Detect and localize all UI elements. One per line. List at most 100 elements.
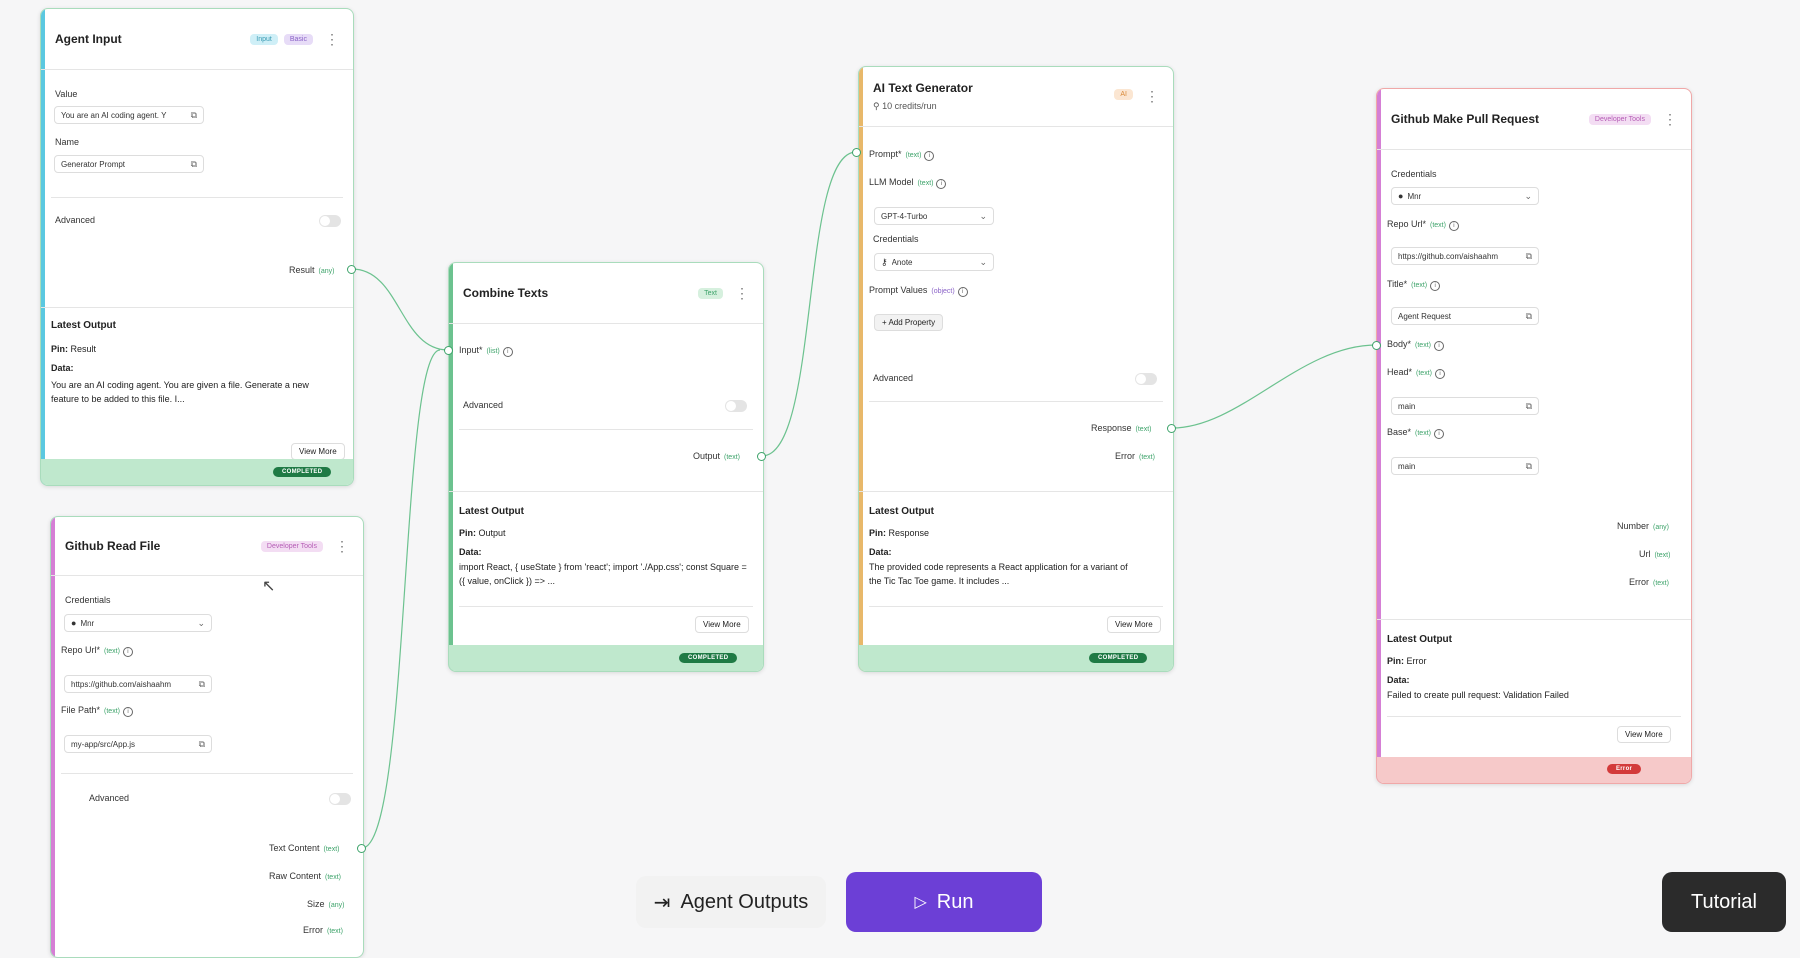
node-title: Github Read File — [65, 539, 161, 553]
node-title: Combine Texts — [463, 286, 549, 300]
credentials-select[interactable]: ⚷ Anote ⌄ — [874, 253, 994, 271]
repo-url-label: Repo Url* (text) i — [61, 645, 133, 657]
info-icon: i — [1430, 281, 1441, 291]
repo-url-input[interactable]: https://github.com/aishaahm ⧉ — [64, 675, 212, 693]
expand-icon[interactable]: ⧉ — [199, 739, 205, 750]
credentials-label: Credentials — [873, 234, 919, 244]
prompt-label: Prompt* (text) i — [869, 149, 935, 161]
expand-icon[interactable]: ⧉ — [1526, 251, 1532, 262]
data-label: Data: — [51, 363, 74, 373]
base-label: Base* (text) i — [1387, 427, 1444, 439]
expand-icon[interactable]: ⧉ — [199, 679, 205, 690]
pin-line: Pin: Output — [459, 528, 506, 538]
base-input[interactable]: main ⧉ — [1391, 457, 1539, 475]
body-port[interactable] — [1372, 341, 1381, 350]
credentials-label: Credentials — [65, 595, 111, 605]
chevron-icon: ⌄ — [979, 256, 987, 267]
expand-icon[interactable]: ⧉ — [1526, 401, 1532, 412]
error-output: Error (text) — [303, 925, 343, 935]
head-input[interactable]: main ⧉ — [1391, 397, 1539, 415]
prompt-values-label: Prompt Values (object) i — [869, 285, 968, 297]
expand-icon[interactable]: ⧉ — [191, 110, 197, 121]
number-output: Number (any) — [1617, 521, 1669, 531]
add-property-button[interactable]: + Add Property — [874, 314, 944, 331]
latest-output-heading: Latest Output — [869, 506, 934, 517]
latest-output-heading: Latest Output — [459, 506, 524, 517]
expand-icon[interactable]: ⧉ — [191, 159, 197, 170]
more-options-icon[interactable]: ⋮ — [735, 286, 749, 300]
agent-outputs-button[interactable]: ⇥ Agent Outputs — [636, 876, 826, 928]
chevron-icon: ⌄ — [197, 617, 205, 628]
url-output: Url (text) — [1639, 549, 1671, 559]
category-badge: Text — [698, 287, 723, 299]
prompt-port[interactable] — [852, 148, 861, 157]
size-output: Size (any) — [307, 899, 345, 909]
response-port[interactable] — [1167, 424, 1176, 433]
value-input[interactable]: You are an AI coding agent. Y ⧉ — [54, 106, 204, 124]
credentials-select[interactable]: ● Mnr ⌄ — [1391, 187, 1539, 205]
output-label: Output (text) — [693, 451, 740, 461]
name-label: Name — [55, 137, 80, 147]
chevron-icon: ⌄ — [1524, 190, 1532, 201]
error-output: Error (text) — [1115, 451, 1155, 461]
pin-line: Pin: Result — [51, 344, 97, 354]
result-port[interactable] — [347, 265, 356, 274]
more-options-icon[interactable]: ⋮ — [325, 32, 339, 46]
info-icon: i — [502, 347, 513, 357]
github-read-file-node[interactable]: Github Read File Developer Tools ⋮ Crede… — [50, 516, 364, 958]
title-label: Title* (text) i — [1387, 279, 1441, 291]
expand-icon[interactable]: ⧉ — [1526, 461, 1532, 472]
advanced-toggle[interactable] — [319, 215, 341, 227]
title-input[interactable]: Agent Request ⧉ — [1391, 307, 1539, 325]
advanced-label: Advanced — [873, 373, 914, 383]
view-more-button[interactable]: View More — [1617, 726, 1671, 743]
ai-text-generator-node[interactable]: AI Text Generator AI ⋮ ⚲ 10 credits/run … — [858, 66, 1174, 672]
output-port[interactable] — [757, 452, 766, 461]
file-path-input[interactable]: my-app/src/App.js ⧉ — [64, 735, 212, 753]
more-options-icon[interactable]: ⋮ — [1663, 112, 1677, 126]
advanced-toggle[interactable] — [329, 793, 351, 805]
text-content-port[interactable] — [357, 844, 366, 853]
node-title: AI Text Generator — [873, 81, 973, 95]
info-icon: i — [122, 647, 133, 657]
run-button[interactable]: ▷ Run — [846, 872, 1042, 932]
advanced-toggle[interactable] — [725, 400, 747, 412]
category-badge: Developer Tools — [1588, 113, 1651, 125]
category-badge: Input — [250, 33, 278, 45]
llm-model-label: LLM Model (text) i — [869, 177, 947, 189]
credentials-select[interactable]: ● Mnr ⌄ — [64, 614, 212, 632]
view-more-button[interactable]: View More — [291, 443, 345, 460]
pin-line: Pin: Error — [1387, 656, 1427, 666]
repo-url-label: Repo Url* (text) i — [1387, 219, 1459, 231]
output-data: The provided code represents a React app… — [869, 562, 1128, 586]
advanced-toggle[interactable] — [1135, 373, 1157, 385]
node-title: Github Make Pull Request — [1391, 112, 1540, 126]
input-port[interactable] — [444, 346, 453, 355]
advanced-label: Advanced — [463, 400, 504, 410]
node-title: Agent Input — [55, 32, 122, 46]
category-badge: Developer Tools — [260, 540, 323, 552]
category-badge: Basic — [283, 33, 313, 45]
github-icon: ● — [71, 618, 77, 628]
data-label: Data: — [459, 547, 482, 557]
agent-input-node[interactable]: Agent Input Input Basic ⋮ Value You are … — [40, 8, 354, 486]
name-input[interactable]: Generator Prompt ⧉ — [54, 155, 204, 173]
status-badge: COMPLETED — [1089, 653, 1148, 663]
expand-icon[interactable]: ⧉ — [1526, 311, 1532, 322]
logout-icon: ⇥ — [653, 891, 671, 914]
view-more-button[interactable]: View More — [1107, 616, 1161, 633]
more-options-icon[interactable]: ⋮ — [335, 539, 349, 553]
llm-model-select[interactable]: GPT-4-Turbo ⌄ — [874, 207, 994, 225]
play-icon: ▷ — [914, 894, 927, 911]
github-pull-request-node[interactable]: Github Make Pull Request Developer Tools… — [1376, 88, 1692, 784]
info-icon: i — [1448, 221, 1459, 231]
data-label: Data: — [869, 547, 892, 557]
view-more-button[interactable]: View More — [695, 616, 749, 633]
head-label: Head* (text) i — [1387, 367, 1445, 379]
pin-line: Pin: Response — [869, 528, 930, 538]
repo-url-input[interactable]: https://github.com/aishaahm ⧉ — [1391, 247, 1539, 265]
more-options-icon[interactable]: ⋮ — [1145, 89, 1159, 103]
file-path-label: File Path* (text) i — [61, 705, 133, 717]
combine-texts-node[interactable]: Combine Texts Text ⋮ Input* (list) i Advan… — [448, 262, 764, 672]
tutorial-button[interactable]: Tutorial — [1662, 872, 1786, 932]
